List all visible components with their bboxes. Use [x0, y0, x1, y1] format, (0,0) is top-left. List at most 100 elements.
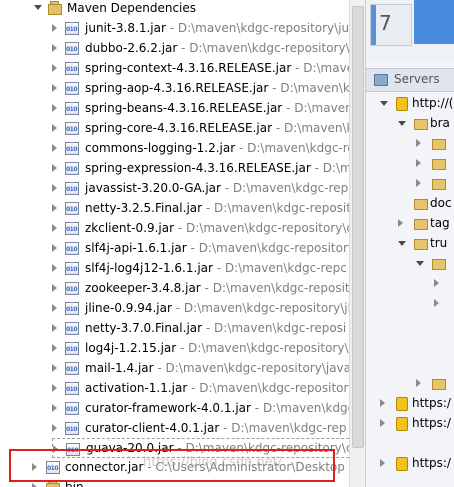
jar-path: D:\maven\kdgc — [262, 401, 349, 415]
collapse-arrow-icon[interactable] — [52, 244, 57, 252]
jar-icon: 010 — [65, 281, 79, 295]
scrollbar-thumb[interactable] — [352, 6, 364, 448]
jar-path: D:\maven\kdgc-repository\java — [165, 361, 349, 375]
jar-icon: 010 — [65, 201, 79, 215]
collapse-arrow-icon[interactable] — [52, 44, 57, 52]
tree-node-label: Maven Dependencies — [67, 1, 197, 15]
expand-arrow-icon[interactable] — [398, 241, 406, 246]
folder-icon — [432, 259, 446, 270]
collapse-arrow-icon[interactable] — [32, 483, 37, 487]
jar-path: D:\maven\kdgc-repository\junit — [177, 21, 349, 35]
collapse-arrow-icon[interactable] — [416, 179, 421, 187]
server-label: http://( — [412, 96, 454, 110]
collapse-arrow-icon[interactable] — [416, 379, 421, 387]
jar-icon: 010 — [65, 161, 79, 175]
jar-path: D:\maven\kdgc-repc — [224, 261, 347, 275]
jar-path: D:\maven\kc — [280, 81, 349, 95]
jar-name: spring-beans-4.3.16.RELEASE.jar — [85, 101, 283, 115]
collapse-arrow-icon[interactable] — [380, 459, 385, 467]
expand-arrow-icon[interactable] — [34, 5, 42, 10]
collapse-arrow-icon[interactable] — [52, 324, 57, 332]
collapse-arrow-icon[interactable] — [398, 219, 403, 227]
collapse-arrow-icon[interactable] — [52, 204, 57, 212]
folder-icon — [432, 159, 446, 170]
collapse-arrow-icon[interactable] — [52, 364, 57, 372]
collapse-arrow-icon[interactable] — [52, 84, 57, 92]
jar-icon: 010 — [65, 121, 79, 135]
collapse-arrow-icon[interactable] — [52, 224, 57, 232]
expand-arrow-icon[interactable] — [380, 101, 388, 106]
collapse-arrow-icon[interactable] — [380, 399, 385, 407]
jar-path: D:\ma — [322, 161, 349, 175]
repository-icon — [396, 417, 408, 431]
collapse-arrow-icon[interactable] — [52, 64, 57, 72]
jar-name: dubbo-2.6.2.jar — [85, 41, 178, 55]
servers-panel: 7 Servers http://( bra doc tag tru https… — [365, 0, 454, 487]
folder-label: tag — [430, 216, 450, 230]
collapse-arrow-icon[interactable] — [434, 279, 439, 287]
jar-icon: 010 — [65, 101, 79, 115]
editor-tab[interactable]: 7 — [370, 4, 412, 46]
jar-icon: 010 — [65, 61, 79, 75]
folder-icon — [432, 139, 446, 150]
jar-path: D:\maven\kdgc-rep — [231, 421, 347, 435]
server-label: https:/ — [412, 456, 451, 470]
tab-number: 7 — [379, 11, 392, 35]
jar-name: mail-1.4.jar — [85, 361, 154, 375]
collapse-arrow-icon[interactable] — [52, 144, 57, 152]
repository-icon — [396, 397, 408, 411]
jar-name: log4j-1.2.15.jar — [85, 341, 177, 355]
tab-servers[interactable]: Servers — [366, 68, 454, 92]
collapse-arrow-icon[interactable] — [380, 419, 385, 427]
jar-name: curator-client-4.0.1.jar — [85, 421, 220, 435]
jar-name: slf4j-log4j12-1.6.1.jar — [85, 261, 213, 275]
expand-arrow-icon[interactable] — [398, 121, 406, 126]
jar-path: D:\maven\kdgc-repository\c — [186, 221, 349, 235]
tab-label: Servers — [394, 72, 440, 86]
jar-path: D:\maven\kdgc-reposi — [214, 321, 347, 335]
jar-path: D:\maven\kc — [284, 121, 349, 135]
collapse-arrow-icon[interactable] — [52, 304, 57, 312]
jar-path: D:\maven\kdgc-reposito — [214, 201, 349, 215]
jar-name: activation-1.1.jar — [85, 381, 188, 395]
collapse-arrow-icon[interactable] — [434, 299, 439, 307]
vertical-scrollbar[interactable] — [349, 0, 365, 487]
package-explorer-tree: Maven Dependencies 010 junit-3.8.1.jar - … — [0, 0, 349, 487]
jar-name: javassist-3.20.0-GA.jar — [85, 181, 221, 195]
jar-icon: 010 — [65, 381, 79, 395]
jar-name: slf4j-api-1.6.1.jar — [85, 241, 187, 255]
collapse-arrow-icon[interactable] — [52, 264, 57, 272]
jar-path: D:\maven\kdgc-re — [247, 141, 349, 155]
collapse-arrow-icon[interactable] — [52, 164, 57, 172]
collapse-arrow-icon[interactable] — [416, 159, 421, 167]
expand-arrow-icon[interactable] — [416, 261, 424, 266]
server-label: https:/ — [412, 416, 451, 430]
server-label: https:/ — [412, 396, 451, 410]
collapse-arrow-icon[interactable] — [52, 124, 57, 132]
jar-icon: 010 — [65, 21, 79, 35]
collapse-arrow-icon[interactable] — [416, 139, 421, 147]
jar-icon: 010 — [65, 181, 79, 195]
jar-name: spring-core-4.3.16.RELEASE.jar — [85, 121, 273, 135]
collapse-arrow-icon[interactable] — [52, 384, 57, 392]
servers-icon — [374, 74, 388, 86]
jar-path: D:\maven\kdgc-repositor — [199, 381, 349, 395]
folder-label: tru — [430, 236, 448, 250]
collapse-arrow-icon[interactable] — [52, 424, 57, 432]
jar-icon: 010 — [65, 81, 79, 95]
collapse-arrow-icon[interactable] — [52, 184, 57, 192]
jar-path: D:\maven\k — [294, 101, 349, 115]
collapse-arrow-icon[interactable] — [52, 404, 57, 412]
jar-path: D:\maven\kdgc-repository\jli — [183, 301, 349, 315]
jar-name: zookeeper-3.4.8.jar — [85, 281, 201, 295]
jar-icon: 010 — [65, 141, 79, 155]
jar-name: spring-context-4.3.16.RELEASE.jar — [85, 61, 292, 75]
collapse-arrow-icon[interactable] — [52, 344, 57, 352]
jar-name: junit-3.8.1.jar — [85, 21, 166, 35]
jar-name: zkclient-0.9.jar — [85, 221, 175, 235]
collapse-arrow-icon[interactable] — [52, 284, 57, 292]
jar-path: D:\maven\kdgc-repository — [198, 241, 349, 255]
jar-icon: 010 — [65, 301, 79, 315]
collapse-arrow-icon[interactable] — [52, 24, 57, 32]
collapse-arrow-icon[interactable] — [52, 104, 57, 112]
